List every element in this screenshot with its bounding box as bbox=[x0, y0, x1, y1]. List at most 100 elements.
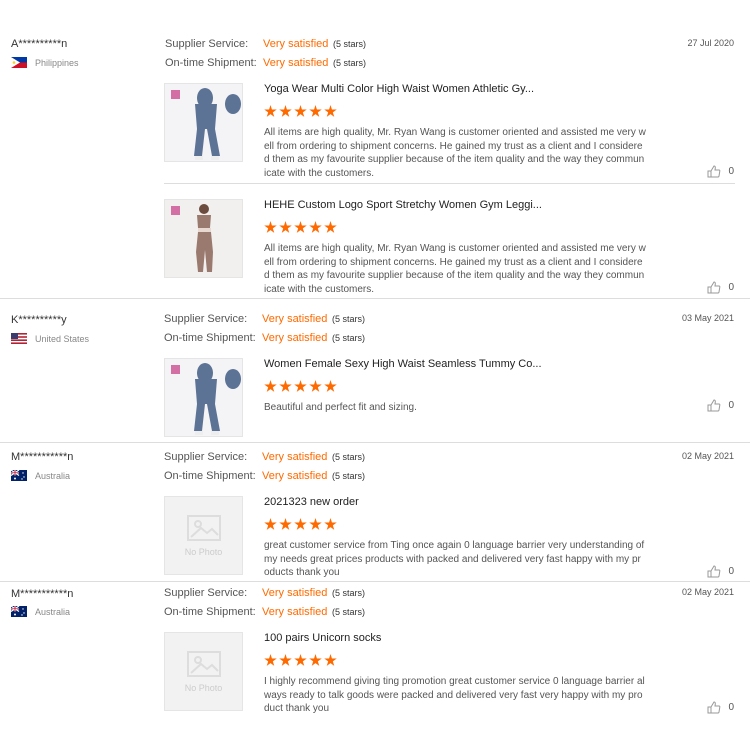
star-icon bbox=[279, 654, 292, 666]
review-date: 27 Jul 2020 bbox=[687, 38, 734, 48]
reviewer-country: United States bbox=[11, 333, 89, 344]
product-title[interactable]: HEHE Custom Logo Sport Stretchy Women Gy… bbox=[264, 199, 542, 211]
star-rating bbox=[264, 518, 337, 531]
star-icon bbox=[309, 518, 322, 530]
product-thumbnail[interactable] bbox=[164, 199, 243, 278]
ontime-shipment-value: Very satisfied bbox=[262, 605, 328, 618]
product-thumbnail[interactable] bbox=[164, 83, 243, 162]
supplier-service-label: Supplier Service: bbox=[164, 586, 248, 599]
ontime-shipment-value: Very satisfied bbox=[263, 56, 329, 69]
product-title[interactable]: Women Female Sexy High Waist Seamless Tu… bbox=[264, 358, 542, 370]
like-count: 0 bbox=[728, 566, 734, 577]
ratings-block: Supplier Service: Very satisfied (5 stars)… bbox=[164, 309, 365, 347]
review-text: All items are high quality, Mr. Ryan Wan… bbox=[264, 243, 646, 296]
review-item: HEHE Custom Logo Sport Stretchy Women Gy… bbox=[164, 199, 735, 299]
star-rating bbox=[264, 380, 337, 393]
australia-flag-icon bbox=[11, 606, 27, 617]
supplier-service-value: Very satisfied bbox=[262, 450, 328, 463]
review-date: 03 May 2021 bbox=[681, 313, 734, 323]
review-divider bbox=[0, 298, 750, 299]
review-divider bbox=[0, 442, 750, 443]
like-count: 0 bbox=[728, 702, 734, 713]
like-count: 0 bbox=[728, 282, 734, 293]
thumbs-up-icon bbox=[707, 165, 721, 178]
ratings-block: Supplier Service: Very satisfied (5 stars)… bbox=[165, 34, 366, 72]
star-icon bbox=[294, 105, 307, 117]
ontime-shipment-value: Very satisfied bbox=[262, 469, 328, 482]
like-button[interactable]: 0 bbox=[707, 701, 734, 714]
star-icon bbox=[309, 105, 322, 117]
star-rating bbox=[264, 654, 337, 667]
product-title[interactable]: 100 pairs Unicorn socks bbox=[264, 632, 381, 644]
supplier-service-stars: (5 stars) bbox=[332, 313, 366, 324]
review-date: 02 May 2021 bbox=[681, 451, 734, 461]
like-button[interactable]: 0 bbox=[707, 399, 734, 412]
star-icon bbox=[324, 654, 337, 666]
like-button[interactable]: 0 bbox=[707, 165, 734, 178]
supplier-service-stars: (5 stars) bbox=[332, 587, 366, 598]
star-icon bbox=[309, 380, 322, 392]
review-item: Yoga Wear Multi Color High Waist Women A… bbox=[164, 83, 735, 183]
product-thumbnail[interactable] bbox=[164, 358, 243, 437]
no-photo-label: No Photo bbox=[184, 546, 223, 557]
review-item: No Photo 100 pairs Unicorn socks I highl… bbox=[164, 632, 735, 717]
reviewer-country: Philippines bbox=[11, 57, 79, 68]
country-name: United States bbox=[35, 333, 90, 344]
supplier-service-value: Very satisfied bbox=[262, 312, 328, 325]
ontime-shipment-stars: (5 stars) bbox=[333, 57, 367, 68]
star-icon bbox=[279, 380, 292, 392]
star-icon bbox=[294, 380, 307, 392]
reviewer-name: A**********n bbox=[11, 38, 68, 50]
ontime-shipment-label: On-time Shipment: bbox=[165, 56, 257, 69]
star-rating bbox=[264, 221, 337, 234]
reviewer-country: Australia bbox=[11, 470, 70, 481]
product-title[interactable]: 2021323 new order bbox=[264, 496, 359, 508]
ontime-shipment-stars: (5 stars) bbox=[332, 332, 366, 343]
star-icon bbox=[294, 654, 307, 666]
supplier-service-value: Very satisfied bbox=[262, 586, 328, 599]
reviewer-name: M***********n bbox=[11, 588, 74, 600]
reviewer-country: Australia bbox=[11, 606, 70, 617]
star-icon bbox=[264, 518, 277, 530]
thumbs-up-icon bbox=[707, 565, 721, 578]
ontime-shipment-stars: (5 stars) bbox=[332, 606, 366, 617]
country-name: Australia bbox=[35, 606, 71, 617]
reviewer-name: M***********n bbox=[11, 451, 74, 463]
star-icon bbox=[264, 221, 277, 233]
star-icon bbox=[324, 380, 337, 392]
ontime-shipment-label: On-time Shipment: bbox=[164, 331, 256, 344]
no-photo-placeholder: No Photo bbox=[164, 632, 243, 711]
ontime-shipment-label: On-time Shipment: bbox=[164, 605, 256, 618]
product-title[interactable]: Yoga Wear Multi Color High Waist Women A… bbox=[264, 83, 534, 95]
star-icon bbox=[324, 518, 337, 530]
thumbs-up-icon bbox=[707, 399, 721, 412]
like-button[interactable]: 0 bbox=[707, 281, 734, 294]
star-icon bbox=[264, 380, 277, 392]
star-rating bbox=[264, 105, 337, 118]
review-divider bbox=[0, 581, 750, 582]
review-date: 02 May 2021 bbox=[681, 587, 734, 597]
philippines-flag-icon bbox=[11, 57, 27, 68]
star-icon bbox=[324, 105, 337, 117]
ontime-shipment-label: On-time Shipment: bbox=[164, 469, 256, 482]
star-icon bbox=[279, 105, 292, 117]
thumbs-up-icon bbox=[707, 281, 721, 294]
image-placeholder-icon bbox=[186, 514, 221, 541]
review-item: Women Female Sexy High Waist Seamless Tu… bbox=[164, 358, 735, 438]
star-icon bbox=[264, 105, 277, 117]
ontime-shipment-value: Very satisfied bbox=[262, 331, 328, 344]
australia-flag-icon bbox=[11, 470, 27, 481]
country-name: Philippines bbox=[35, 57, 79, 68]
supplier-service-value: Very satisfied bbox=[263, 37, 329, 50]
star-icon bbox=[279, 518, 292, 530]
review-item: No Photo 2021323 new order great custome… bbox=[164, 496, 735, 581]
no-photo-placeholder: No Photo bbox=[164, 496, 243, 575]
supplier-service-label: Supplier Service: bbox=[164, 312, 248, 325]
review-text: Beautiful and perfect fit and sizing. bbox=[264, 402, 417, 413]
reviewer-name: K**********y bbox=[11, 314, 67, 326]
review-text: I highly recommend giving ting promotion… bbox=[264, 676, 645, 715]
like-button[interactable]: 0 bbox=[707, 565, 734, 578]
star-icon bbox=[309, 221, 322, 233]
like-count: 0 bbox=[728, 166, 734, 177]
country-name: Australia bbox=[35, 470, 71, 481]
